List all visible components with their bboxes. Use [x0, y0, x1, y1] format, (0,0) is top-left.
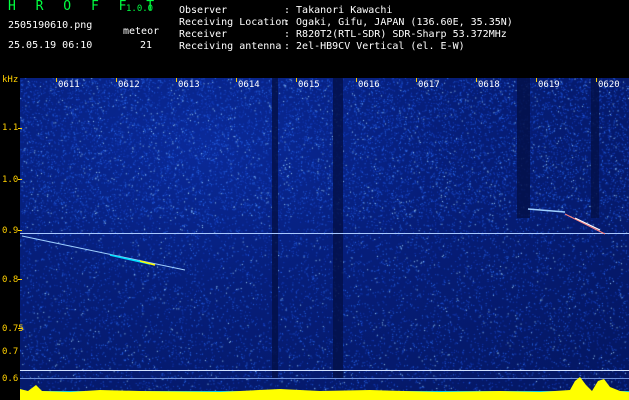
- time-label: 0614: [238, 80, 260, 90]
- time-label: 0612: [118, 80, 140, 90]
- meteor-traces: [21, 208, 606, 271]
- meteor-trace: [564, 213, 606, 235]
- y-tick-label: 0.7: [2, 347, 19, 357]
- x-tick: [296, 78, 297, 82]
- power-strip: [20, 377, 629, 400]
- y-tick-label: 1.1: [2, 123, 19, 133]
- time-label: 0619: [538, 80, 560, 90]
- time-label: 0615: [298, 80, 320, 90]
- y-tick-label: 1.0: [2, 175, 19, 185]
- time-label: 0617: [418, 80, 440, 90]
- y-tick: [18, 328, 22, 329]
- y-axis-unit: kHz: [2, 75, 19, 85]
- x-tick: [536, 78, 537, 82]
- meteor-trace: [574, 217, 601, 231]
- x-tick: [176, 78, 177, 82]
- time-label: 0613: [178, 80, 200, 90]
- y-tick: [18, 179, 22, 180]
- time-label: 0618: [478, 80, 500, 90]
- y-tick: [18, 128, 22, 129]
- x-tick: [56, 78, 57, 82]
- y-tick-label: 0.8: [2, 275, 19, 285]
- x-tick: [116, 78, 117, 82]
- time-label: 0611: [58, 80, 80, 90]
- meteor-trace: [21, 235, 186, 271]
- time-label: 0616: [358, 80, 380, 90]
- x-tick: [236, 78, 237, 82]
- y-tick-label: 0.6: [2, 374, 19, 384]
- x-tick: [356, 78, 357, 82]
- y-tick: [18, 279, 22, 280]
- x-tick: [476, 78, 477, 82]
- meteor-trace: [527, 208, 566, 213]
- x-tick: [596, 78, 597, 82]
- y-tick-label: 0.75: [2, 324, 24, 334]
- x-tick: [416, 78, 417, 82]
- y-tick: [18, 230, 22, 231]
- time-label: 0620: [598, 80, 620, 90]
- y-tick-label: 0.9: [2, 226, 19, 236]
